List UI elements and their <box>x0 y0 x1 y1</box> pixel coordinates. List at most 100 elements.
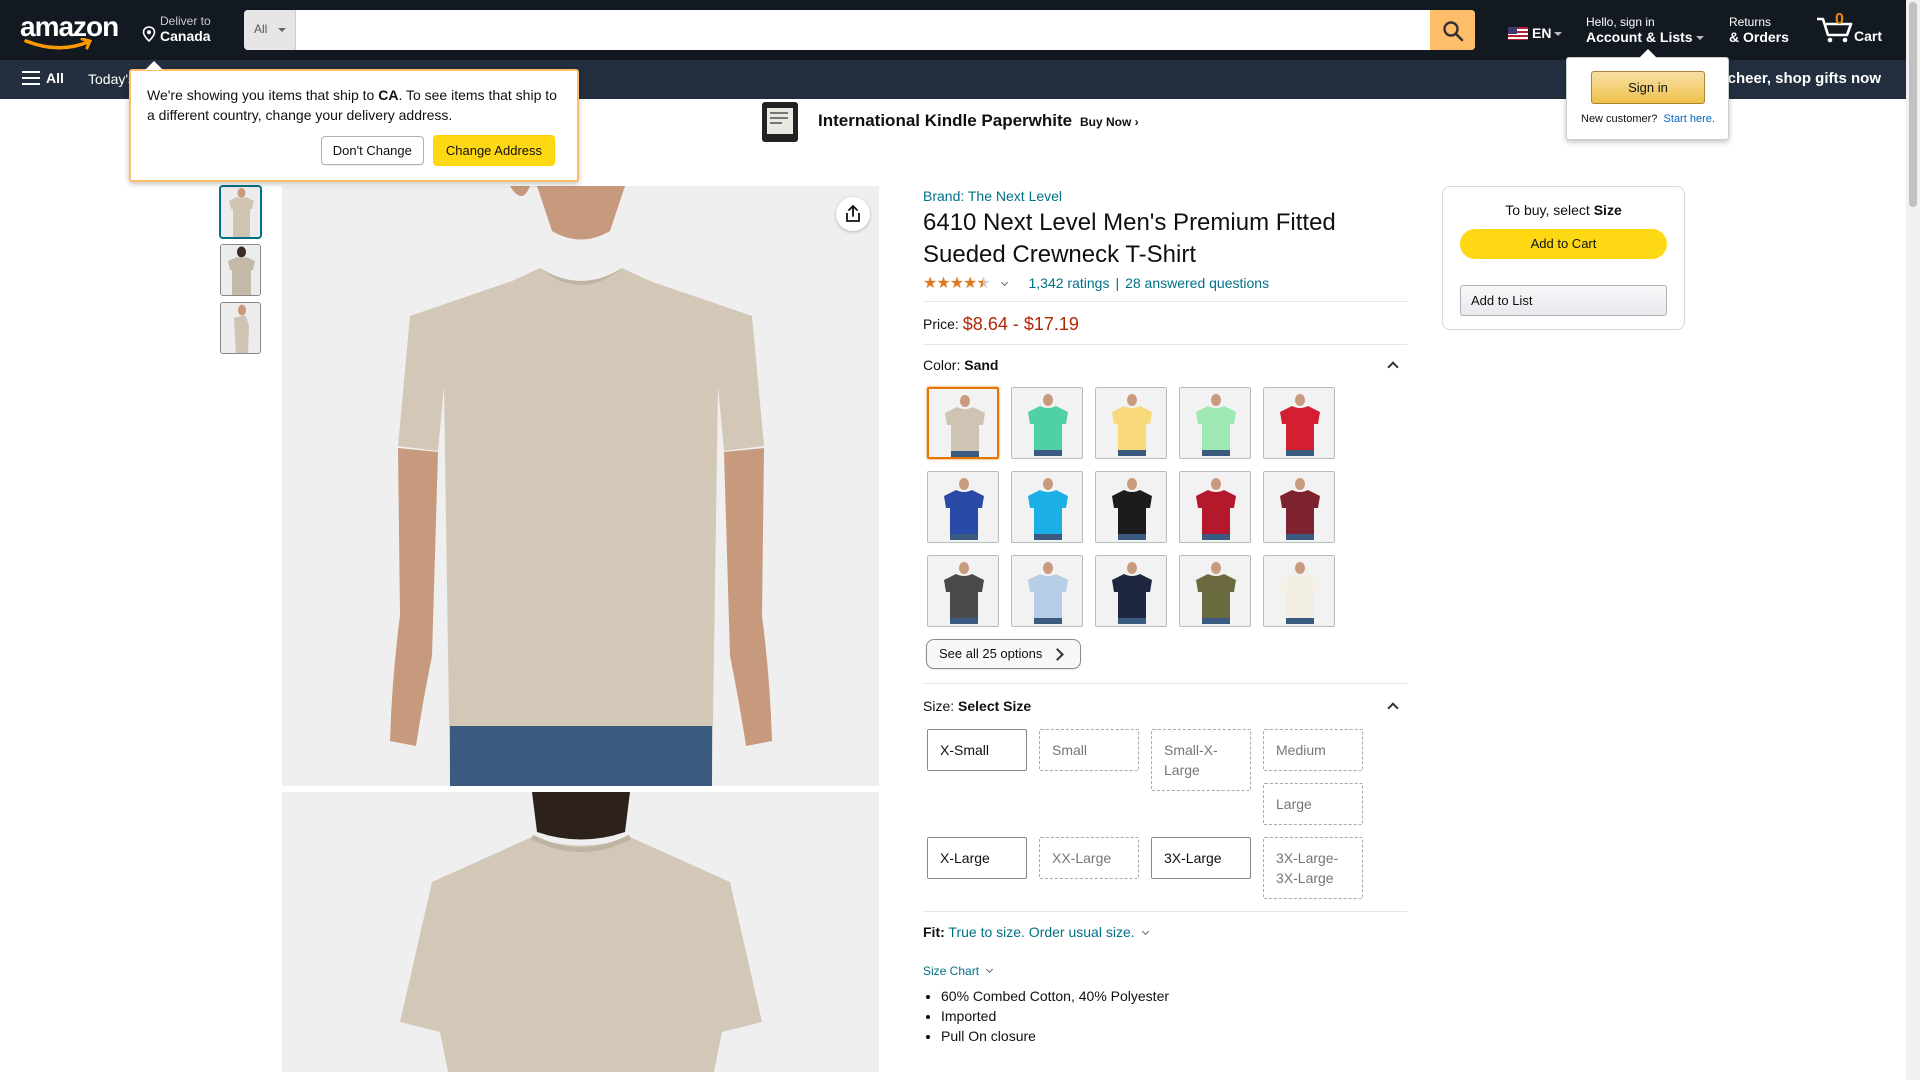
color-swatch[interactable] <box>1179 555 1251 627</box>
todays-deals-link[interactable]: Today's <box>88 71 135 87</box>
see-all-options-button[interactable]: See all 25 options <box>926 639 1082 669</box>
size-option[interactable]: 3X-Large-3X-Large <box>1263 837 1363 899</box>
top-nav: amazon Deliver to Canada All EN Hello, s… <box>0 0 1906 60</box>
start-here-link[interactable]: Start here. <box>1664 113 1715 125</box>
logo-smile-icon <box>24 38 93 50</box>
star-rating-icon[interactable]: ★★★★★ <box>923 274 991 294</box>
logo-wordmark: amazon <box>20 11 119 42</box>
holiday-promo-link[interactable]: e cheer, shop gifts now <box>1715 70 1881 87</box>
size-option[interactable]: 3X-Large <box>1151 837 1251 879</box>
scrollbar-thumb[interactable] <box>1909 2 1917 207</box>
color-label: Color: <box>923 357 961 373</box>
image-thumbnails <box>220 186 261 360</box>
color-swatch[interactable] <box>1263 471 1335 543</box>
share-icon <box>846 205 860 222</box>
color-swatch[interactable] <box>927 471 999 543</box>
chevron-down-icon[interactable] <box>1000 278 1008 287</box>
share-button[interactable] <box>836 197 870 231</box>
secondary-product-image[interactable] <box>282 792 879 1072</box>
divider: | <box>1115 275 1120 291</box>
amazon-logo[interactable]: amazon <box>20 11 120 50</box>
size-option[interactable]: Large <box>1263 783 1363 825</box>
color-swatch[interactable] <box>1011 555 1083 627</box>
language-selector[interactable]: EN <box>1508 25 1563 41</box>
size-option[interactable]: Medium <box>1263 729 1363 771</box>
sign-in-button[interactable]: Sign in <box>1591 71 1705 104</box>
search-icon <box>1443 21 1464 42</box>
color-swatch[interactable] <box>1095 555 1167 627</box>
cart-button[interactable]: 0 Cart <box>1812 10 1900 50</box>
account-menu[interactable]: Hello, sign in Account & Lists <box>1586 15 1704 46</box>
color-swatch[interactable] <box>927 387 999 459</box>
search-bar: All <box>244 10 1475 50</box>
shirt-swatch-image <box>1280 562 1320 624</box>
color-swatch[interactable] <box>1179 471 1251 543</box>
size-option[interactable]: X-Small <box>927 729 1027 771</box>
color-swatch[interactable] <box>1263 387 1335 459</box>
ship-to-popover: We're showing you items that ship to CA.… <box>129 61 579 182</box>
dont-change-button[interactable]: Don't Change <box>320 136 424 165</box>
fit-label: Fit: <box>923 924 945 940</box>
size-header[interactable]: Size: Select Size <box>923 698 1407 718</box>
color-swatch[interactable] <box>1095 387 1167 459</box>
search-input[interactable] <box>296 10 1432 50</box>
all-menu-button[interactable]: All <box>22 70 64 86</box>
rating-row: ★★★★★ 1,342 ratings | 28 answered question… <box>923 273 1407 295</box>
thumbnail-front[interactable] <box>220 186 261 238</box>
shirt-side-thumb <box>221 303 260 353</box>
color-swatch[interactable] <box>927 555 999 627</box>
color-header[interactable]: Color: Sand <box>923 357 1407 377</box>
size-option[interactable]: XX-Large <box>1039 837 1139 879</box>
search-category-dropdown[interactable]: All <box>244 10 296 50</box>
color-swatch[interactable] <box>1095 471 1167 543</box>
new-customer-label: New customer? <box>1581 113 1658 125</box>
size-chart-link[interactable]: Size Chart <box>923 964 1407 978</box>
hamburger-icon <box>22 71 40 85</box>
size-label: Size: <box>923 698 955 714</box>
add-to-cart-button[interactable]: Add to Cart <box>1460 229 1667 259</box>
returns-orders[interactable]: Returns & Orders <box>1729 15 1789 46</box>
size-option[interactable]: Small <box>1039 729 1139 771</box>
caret-down-icon <box>1695 36 1704 40</box>
shirt-swatch-image <box>1196 478 1236 540</box>
returns-label: Returns <box>1729 15 1772 29</box>
deliver-to[interactable]: Deliver to Canada <box>142 14 211 44</box>
search-category-label: All <box>254 22 268 36</box>
search-button[interactable] <box>1430 10 1475 50</box>
shirt-front-image <box>282 186 879 786</box>
color-swatch[interactable] <box>1263 555 1335 627</box>
shirt-swatch-image <box>1112 478 1152 540</box>
buybox-prompt-bold: Size <box>1593 202 1622 218</box>
cart-label: Cart <box>1854 28 1883 44</box>
main-product-image[interactable] <box>282 186 879 786</box>
kindle-banner[interactable]: International Kindle Paperwhite Buy Now … <box>760 100 1160 144</box>
ratings-count-link[interactable]: 1,342 ratings <box>1029 275 1110 291</box>
shirt-swatch-image <box>1028 562 1068 624</box>
fit-value-link[interactable]: True to size. Order usual size. <box>948 924 1134 940</box>
shirt-swatch-image <box>1280 478 1320 540</box>
change-address-button[interactable]: Change Address <box>432 135 555 166</box>
size-option[interactable]: Small-X-Large <box>1151 729 1251 791</box>
product-details: Brand: The Next Level 6410 Next Level Me… <box>923 186 1407 1046</box>
size-option[interactable]: X-Large <box>927 837 1027 879</box>
chevron-up-icon[interactable] <box>1387 361 1399 373</box>
banner-title: International Kindle Paperwhite <box>818 111 1073 130</box>
buybox-prompt: To buy, select <box>1505 202 1594 218</box>
ship-popover-buttons: Don't Change Change Address <box>320 135 555 166</box>
banner-buy-now[interactable]: Buy Now › <box>1080 115 1139 129</box>
color-swatch[interactable] <box>1011 387 1083 459</box>
add-to-list-button[interactable]: Add to List <box>1460 285 1667 316</box>
chevron-down-icon[interactable] <box>1141 927 1149 936</box>
price-label: Price: <box>923 316 959 332</box>
product-title: 6410 Next Level Men's Premium Fitted Sue… <box>923 209 1336 268</box>
chevron-up-icon[interactable] <box>1387 702 1399 714</box>
color-swatch[interactable] <box>1011 471 1083 543</box>
shirt-swatch-image <box>945 395 985 457</box>
bullet-item: 60% Combed Cotton, 40% Polyester <box>941 986 1407 1006</box>
thumbnail-side[interactable] <box>220 302 261 354</box>
color-swatch[interactable] <box>1179 387 1251 459</box>
page-scrollbar[interactable] <box>1906 0 1920 1080</box>
answered-questions-link[interactable]: 28 answered questions <box>1125 275 1269 291</box>
brand-link[interactable]: Brand: The Next Level <box>923 186 1407 206</box>
thumbnail-back[interactable] <box>220 244 261 296</box>
